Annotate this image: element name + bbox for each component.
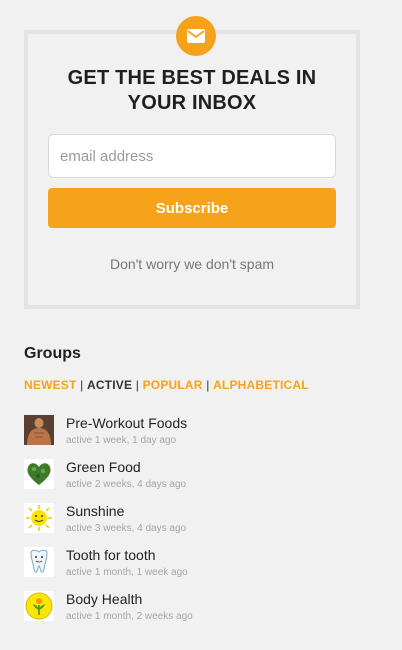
list-item: Body Health active 1 month, 2 weeks ago [24, 590, 364, 634]
filter-active[interactable]: ACTIVE [87, 378, 132, 392]
filter-separator: | [80, 378, 87, 392]
filter-popular[interactable]: POPULAR [143, 378, 203, 392]
email-field[interactable] [48, 134, 336, 178]
subscribe-button[interactable]: Subscribe [48, 188, 336, 228]
filter-newest[interactable]: NEWEST [24, 378, 77, 392]
list-item: Pre-Workout Foods active 1 week, 1 day a… [24, 414, 364, 458]
spam-note: Don't worry we don't spam [109, 256, 275, 272]
bodybuilder-avatar[interactable] [24, 415, 54, 445]
group-activity: active 1 week, 1 day ago [66, 435, 177, 446]
groups-heading: Groups [24, 345, 81, 362]
group-name[interactable]: Sunshine [66, 503, 124, 519]
list-item: Tooth for tooth active 1 month, 1 week a… [24, 546, 364, 590]
group-name[interactable]: Green Food [66, 459, 141, 475]
group-activity: active 3 weeks, 4 days ago [66, 523, 187, 534]
list-item: Sunshine active 3 weeks, 4 days ago [24, 502, 364, 546]
list-item: Green Food active 2 weeks, 4 days ago [24, 458, 364, 502]
envelope-icon [176, 16, 216, 56]
sun-avatar[interactable] [24, 503, 54, 533]
tooth-avatar[interactable] [24, 547, 54, 577]
flower-avatar[interactable] [24, 591, 54, 621]
group-activity: active 1 month, 1 week ago [66, 567, 188, 578]
group-name[interactable]: Body Health [66, 591, 142, 607]
newsletter-box: GET THE BEST DEALS IN YOUR INBOX Subscri… [24, 16, 360, 309]
newsletter-title: GET THE BEST DEALS IN YOUR INBOX [67, 67, 317, 114]
group-name[interactable]: Tooth for tooth [66, 547, 156, 563]
group-name[interactable]: Pre-Workout Foods [66, 415, 187, 431]
green-heart-avatar[interactable] [24, 459, 54, 489]
filter-alphabetical[interactable]: ALPHABETICAL [213, 378, 309, 392]
group-activity: active 1 month, 2 weeks ago [66, 611, 193, 622]
group-list: Pre-Workout Foods active 1 week, 1 day a… [24, 414, 364, 634]
group-activity: active 2 weeks, 4 days ago [66, 479, 187, 490]
filter-separator: | [135, 378, 143, 392]
groups-filter-tabs: NEWEST | ACTIVE | POPULAR | ALPHABETICAL [24, 378, 309, 392]
